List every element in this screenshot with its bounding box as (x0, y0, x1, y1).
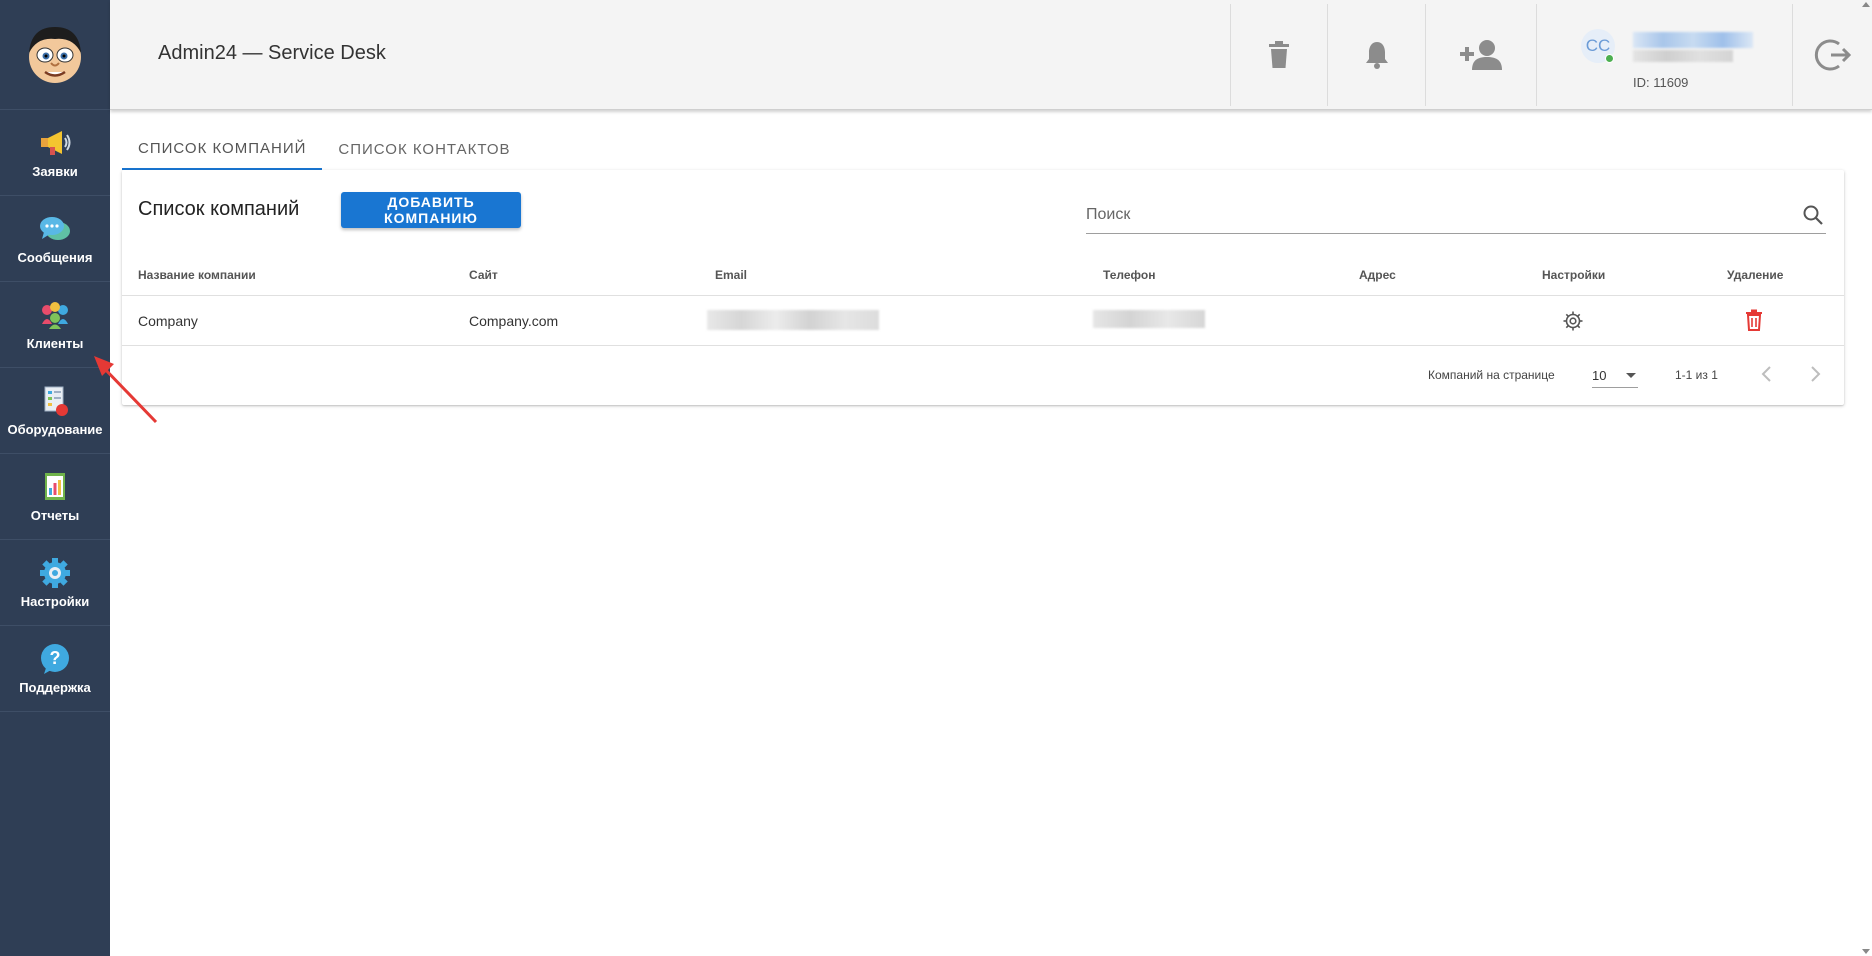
company-table: Название компании Сайт Email Телефон Адр… (122, 256, 1844, 404)
online-status-dot (1605, 54, 1614, 63)
chevron-right-icon[interactable] (1808, 364, 1822, 384)
logout-button[interactable] (1793, 4, 1872, 106)
scroll-down-arrow[interactable] (1862, 949, 1870, 954)
add-user-button[interactable] (1425, 4, 1536, 106)
megaphone-icon (38, 126, 72, 160)
logout-icon (1814, 39, 1851, 71)
chevron-left-icon[interactable] (1760, 364, 1774, 384)
user-profile[interactable]: CC ID: 11609 (1536, 4, 1793, 106)
search-field (1086, 198, 1826, 234)
gear-icon (38, 556, 72, 590)
add-user-icon (1460, 40, 1502, 70)
sidebar-item-requests[interactable]: Заявки (0, 110, 110, 196)
annotation-arrow (94, 356, 158, 424)
column-header-settings: Настройки (1542, 268, 1606, 282)
chat-icon (38, 212, 72, 246)
tab-company-list[interactable]: СПИСОК КОМПАНИЙ (122, 128, 323, 170)
column-header-site[interactable]: Сайт (469, 268, 498, 282)
rows-per-page-value: 10 (1592, 368, 1607, 383)
cartoon-face-logo (29, 26, 81, 83)
tab-bar: СПИСОК КОМПАНИЙ СПИСОК КОНТАКТОВ (122, 128, 527, 170)
clients-icon (38, 298, 72, 332)
help-icon: ? (38, 642, 72, 676)
sidebar-item-reports[interactable]: Отчеты (0, 454, 110, 540)
search-icon[interactable] (1802, 204, 1824, 226)
page-range: 1-1 из 1 (1675, 368, 1718, 382)
sidebar-item-settings[interactable]: Настройки (0, 540, 110, 626)
trash-button[interactable] (1230, 4, 1327, 106)
company-list-card: Список компаний ДОБАВИТЬ КОМПАНИЮ Назван… (122, 170, 1844, 405)
sidebar-item-support[interactable]: ? Поддержка (0, 626, 110, 712)
cell-phone-redacted (1093, 310, 1205, 328)
rows-per-page-label: Компаний на странице (1428, 368, 1555, 382)
cell-company-site: Company.com (469, 313, 559, 329)
reports-icon (38, 470, 72, 504)
sidebar-item-label: Сообщения (17, 250, 93, 265)
scroll-up-arrow[interactable] (1862, 2, 1870, 7)
delete-trash-icon[interactable] (1745, 309, 1763, 331)
column-header-phone[interactable]: Телефон (1103, 268, 1155, 282)
table-row[interactable]: Company Company.com (122, 296, 1844, 346)
equipment-icon (38, 384, 72, 418)
sidebar-item-label: Заявки (32, 164, 78, 179)
logo[interactable] (0, 0, 110, 110)
table-header: Название компании Сайт Email Телефон Адр… (122, 256, 1844, 296)
user-name-redacted (1633, 32, 1753, 48)
notifications-button[interactable] (1327, 4, 1425, 106)
top-bar: Admin24 — Service Desk CC ID: 11609 (110, 0, 1872, 110)
svg-text:?: ? (50, 648, 61, 668)
user-email-redacted (1633, 50, 1733, 62)
tab-contact-list[interactable]: СПИСОК КОНТАКТОВ (322, 128, 526, 170)
column-header-address[interactable]: Адрес (1359, 268, 1396, 282)
column-header-delete: Удаление (1727, 268, 1784, 282)
app-title: Admin24 — Service Desk (158, 42, 386, 64)
column-header-email[interactable]: Email (715, 268, 747, 282)
search-input[interactable] (1086, 202, 1786, 228)
card-title: Список компаний (138, 198, 300, 220)
cell-email-redacted (707, 310, 879, 330)
sidebar-item-label: Настройки (20, 594, 90, 609)
pagination: Компаний на странице 10 1-1 из 1 (122, 346, 1844, 404)
add-company-button[interactable]: ДОБАВИТЬ КОМПАНИЮ (341, 192, 521, 228)
trash-icon (1269, 41, 1289, 68)
cell-company-name: Company (138, 313, 198, 329)
column-header-name[interactable]: Название компании (138, 268, 256, 282)
sidebar-item-label: Поддержка (19, 680, 91, 695)
settings-gear-icon[interactable] (1562, 310, 1584, 332)
sidebar: Заявки Сообщения Клиенты Оборудование От… (0, 0, 110, 956)
sidebar-item-label: Клиенты (26, 336, 84, 351)
chevron-down-icon (1626, 373, 1636, 378)
bell-icon (1365, 42, 1388, 69)
user-id: ID: 11609 (1633, 75, 1689, 90)
sidebar-item-label: Отчеты (30, 508, 80, 523)
rows-per-page-select[interactable]: 10 (1592, 360, 1638, 388)
sidebar-item-messages[interactable]: Сообщения (0, 196, 110, 282)
